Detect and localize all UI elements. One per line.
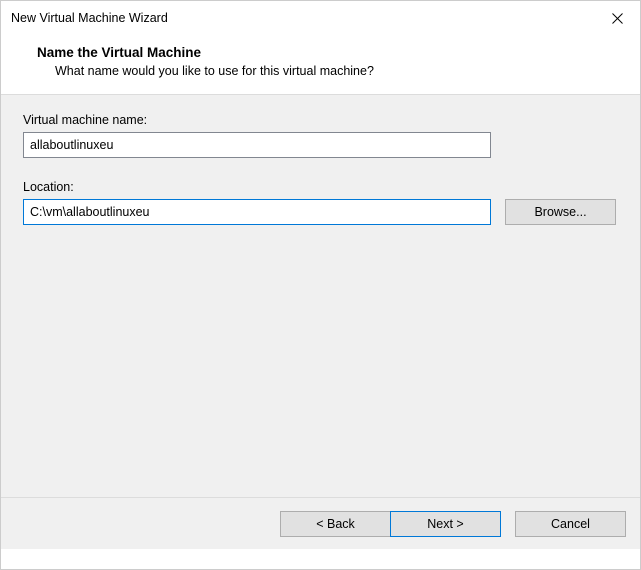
window-title: New Virtual Machine Wizard — [11, 11, 594, 25]
next-button[interactable]: Next > — [390, 511, 501, 537]
vm-name-input[interactable] — [23, 132, 491, 158]
nav-button-group: < Back Next > — [280, 511, 501, 537]
wizard-header: Name the Virtual Machine What name would… — [1, 35, 640, 94]
wizard-body: Virtual machine name: Location: Browse..… — [1, 95, 640, 497]
cancel-button[interactable]: Cancel — [515, 511, 626, 537]
location-label: Location: — [23, 180, 618, 194]
back-button[interactable]: < Back — [280, 511, 391, 537]
browse-button[interactable]: Browse... — [505, 199, 616, 225]
page-subtext: What name would you like to use for this… — [37, 64, 620, 78]
vm-name-label: Virtual machine name: — [23, 113, 618, 127]
close-button[interactable] — [594, 1, 640, 35]
close-icon — [612, 13, 623, 24]
titlebar: New Virtual Machine Wizard — [1, 1, 640, 35]
page-heading: Name the Virtual Machine — [37, 45, 620, 60]
wizard-footer: < Back Next > Cancel — [1, 497, 640, 549]
location-input[interactable] — [23, 199, 491, 225]
